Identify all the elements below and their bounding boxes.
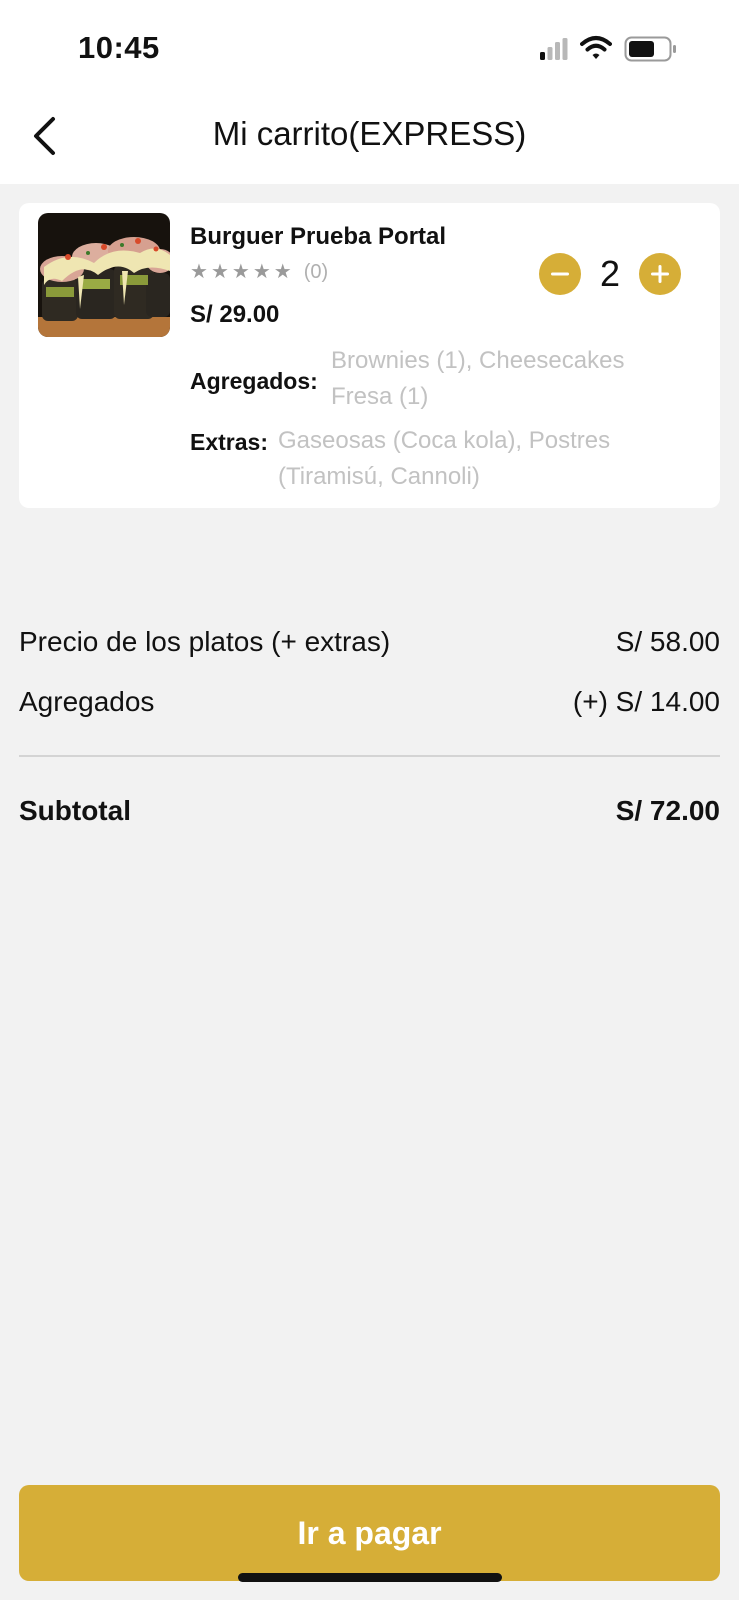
platos-value: S/ 58.00 <box>615 626 720 657</box>
agregados-value-line1: Brownies (1), Cheesecakes <box>331 347 625 374</box>
star-icon: ★ <box>252 261 271 283</box>
subtotal-label: Subtotal <box>19 795 131 826</box>
increase-quantity-button[interactable] <box>639 253 681 295</box>
summary-row-agregados: Agregados (+) S/ 14.00 <box>19 686 720 718</box>
minus-icon <box>551 272 569 276</box>
quantity-value: 2 <box>599 253 621 294</box>
decrease-quantity-button[interactable] <box>539 253 581 295</box>
page-title: Mi carrito(EXPRESS) <box>212 115 527 152</box>
product-image <box>38 213 170 337</box>
cellular-signal-icon <box>540 38 568 60</box>
extras-label: Extras: <box>190 429 268 455</box>
cart-item-card: Burguer Prueba Portal ★ ★ ★ ★ ★ (0) S/ 2… <box>19 203 720 508</box>
wifi-icon <box>580 36 612 59</box>
product-rating: ★ ★ ★ ★ ★ (0) <box>190 259 328 285</box>
summary-divider <box>19 755 720 757</box>
extras-value-line2: (Tiramisú, Cannoli) <box>278 463 480 490</box>
product-price: S/ 29.00 <box>190 301 280 328</box>
rating-count: (0) <box>303 260 329 283</box>
top-bar: 10:45 Mi carrito(EXPRESS) <box>0 0 739 184</box>
agregados-value-line2: Fresa (1) <box>331 383 429 410</box>
plus-icon <box>651 265 669 283</box>
agregados-summary-value: (+) S/ 14.00 <box>572 686 720 717</box>
agregados-label: Agregados: <box>190 368 318 394</box>
agregados-summary-label: Agregados <box>19 686 155 717</box>
battery-icon <box>624 36 676 62</box>
star-icon: ★ <box>210 261 229 283</box>
product-name: Burguer Prueba Portal <box>190 223 447 250</box>
star-icon: ★ <box>231 261 250 283</box>
status-time: 10:45 <box>78 30 160 65</box>
summary-row-subtotal: Subtotal S/ 72.00 <box>19 795 720 827</box>
platos-label: Precio de los platos (+ extras) <box>19 626 391 657</box>
subtotal-value: S/ 72.00 <box>615 795 720 826</box>
home-indicator <box>238 1573 502 1582</box>
star-icon: ★ <box>273 261 292 283</box>
star-icon: ★ <box>190 261 208 283</box>
extras-value-line1: Gaseosas (Coca kola), Postres <box>278 427 611 454</box>
summary-row-platos: Precio de los platos (+ extras) S/ 58.00 <box>19 626 720 658</box>
pay-button[interactable]: Ir a pagar <box>19 1485 720 1581</box>
rating-stars: ★ ★ ★ ★ ★ <box>190 262 292 282</box>
